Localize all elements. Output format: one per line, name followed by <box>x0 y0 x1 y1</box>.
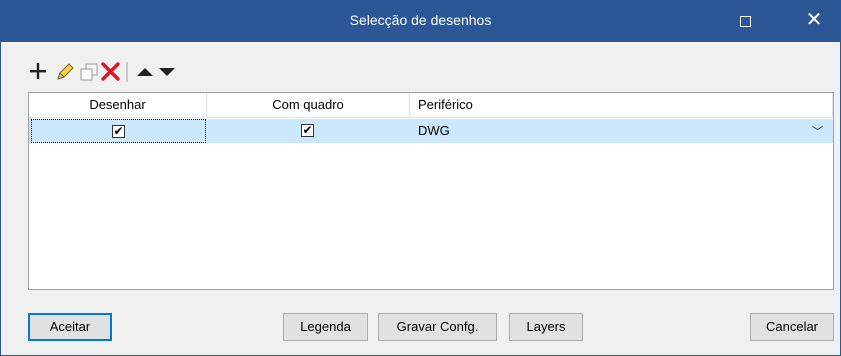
add-button[interactable] <box>28 59 50 85</box>
close-icon: ✕ <box>805 9 823 31</box>
move-up-button[interactable] <box>134 59 156 85</box>
accept-button[interactable]: Aceitar <box>28 313 112 341</box>
table-row[interactable]: ✔ ✔ DWG ﹀ <box>29 119 833 143</box>
edit-pencil-icon <box>57 63 74 80</box>
checkmark-icon: ✔ <box>302 123 313 137</box>
delete-button[interactable] <box>100 59 122 85</box>
copy-button[interactable] <box>78 59 100 85</box>
window-title: Selecção de desenhos <box>349 12 492 28</box>
column-header-com-quadro[interactable]: Com quadro <box>207 93 410 118</box>
delete-icon <box>101 62 120 81</box>
maximize-icon <box>740 16 751 27</box>
toolbar <box>28 59 228 85</box>
com-quadro-checkbox[interactable]: ✔ <box>301 123 314 137</box>
toolbar-separator <box>124 59 130 85</box>
legend-button[interactable]: Legenda <box>283 313 368 341</box>
desenhar-cell[interactable]: ✔ <box>31 119 206 143</box>
edit-button[interactable] <box>54 59 76 85</box>
grid-header: Desenhar Com quadro Periférico <box>29 93 833 118</box>
move-down-button[interactable] <box>156 59 178 85</box>
move-down-icon <box>159 68 175 76</box>
periferico-dropdown[interactable]: DWG ﹀ <box>410 119 833 143</box>
separator-icon <box>126 62 128 82</box>
checkmark-icon: ✔ <box>113 124 124 138</box>
chevron-down-icon[interactable]: ﹀ <box>812 123 823 139</box>
column-header-periferico[interactable]: Periférico <box>410 93 833 118</box>
column-header-desenhar[interactable]: Desenhar <box>29 93 207 118</box>
close-button[interactable]: ✕ <box>791 1 837 42</box>
layers-button[interactable]: Layers <box>509 313 583 341</box>
com-quadro-cell[interactable]: ✔ <box>207 119 410 143</box>
periferico-value: DWG <box>418 123 450 138</box>
move-up-icon <box>137 68 153 76</box>
cancel-button[interactable]: Cancelar <box>750 313 834 341</box>
save-config-button[interactable]: Gravar Confg. <box>378 313 497 341</box>
desenhar-checkbox[interactable]: ✔ <box>112 124 125 138</box>
maximize-button[interactable] <box>723 1 769 42</box>
title-bar[interactable]: Selecção de desenhos ✕ <box>1 1 840 42</box>
drawings-grid: Desenhar Com quadro Periférico ✔ ✔ DWG ﹀ <box>28 92 834 290</box>
copy-icon <box>80 63 98 81</box>
add-icon <box>30 63 46 79</box>
dialog-window: Selecção de desenhos ✕ Desenhar Com quad… <box>0 0 841 356</box>
